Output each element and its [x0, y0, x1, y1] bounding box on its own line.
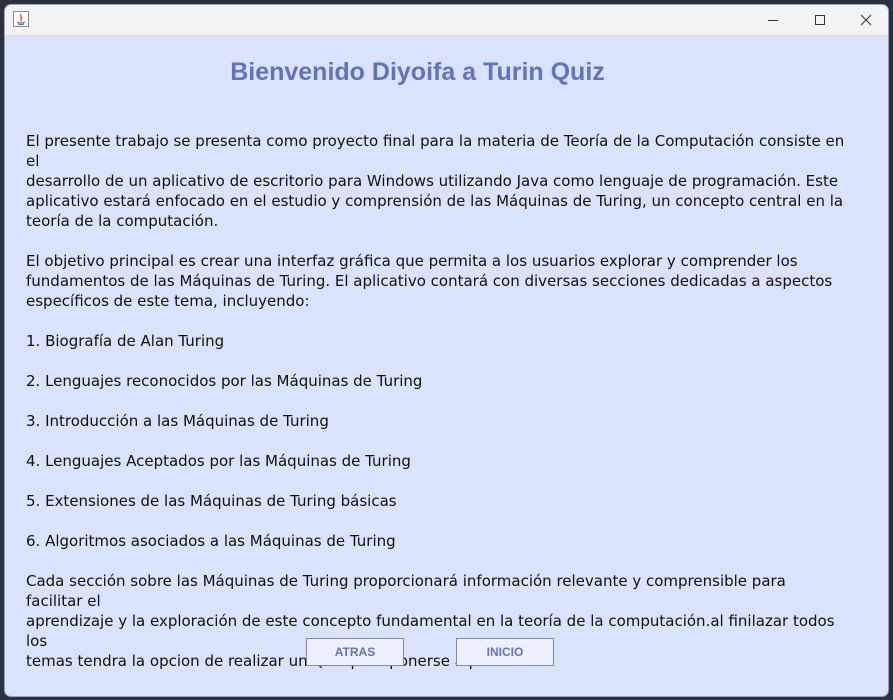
java-icon[interactable] — [13, 11, 29, 27]
closing-line: Cada sección sobre las Máquinas de Turin… — [26, 572, 786, 610]
section-item: 2. Lenguajes reconocidos por las Máquina… — [26, 372, 423, 390]
closing-line: aprendizaje y la exploración de este con… — [26, 612, 835, 650]
maximize-icon — [815, 15, 825, 25]
maximize-button[interactable] — [797, 5, 843, 35]
intro-line: teoría de la computación. — [26, 212, 219, 230]
section-item: 5. Extensiones de las Máquinas de Turing… — [26, 492, 397, 510]
closing-line: temas tendra la opcion de realizar un Qu… — [26, 652, 527, 670]
objective-line: El objetivo principal es crear una inter… — [26, 252, 798, 270]
minimize-button[interactable] — [750, 5, 796, 35]
intro-line: desarrollo de un aplicativo de escritori… — [26, 172, 839, 190]
main-panel: Bienvenido Diyoifa a Turin Quiz El prese… — [5, 36, 888, 696]
page-title: Bienvenido Diyoifa a Turin Quiz — [230, 58, 605, 86]
section-item: 1. Biografía de Alan Turing — [26, 332, 225, 350]
home-button[interactable]: INICIO — [456, 638, 554, 666]
close-button[interactable] — [843, 5, 888, 35]
section-item: 4. Lenguajes Aceptados por las Máquinas … — [26, 452, 411, 470]
title-bar[interactable] — [5, 5, 888, 36]
section-item: 3. Introducción a las Máquinas de Turing — [26, 412, 329, 430]
section-item: 6. Algoritmos asociados a las Máquinas d… — [26, 532, 396, 550]
minimize-icon — [768, 20, 778, 21]
back-button[interactable]: ATRAS — [306, 638, 404, 666]
objective-line: fundamentos de las Máquinas de Turing. E… — [26, 272, 833, 290]
intro-line: El presente trabajo se presenta como pro… — [26, 132, 845, 170]
close-icon — [860, 14, 872, 26]
app-window: Bienvenido Diyoifa a Turin Quiz El prese… — [4, 4, 889, 697]
objective-line: específicos de este tema, incluyendo: — [26, 292, 310, 310]
description-text: El presente trabajo se presenta como pro… — [26, 131, 846, 671]
intro-line: aplicativo estará enfocado en el estudio… — [26, 192, 844, 210]
